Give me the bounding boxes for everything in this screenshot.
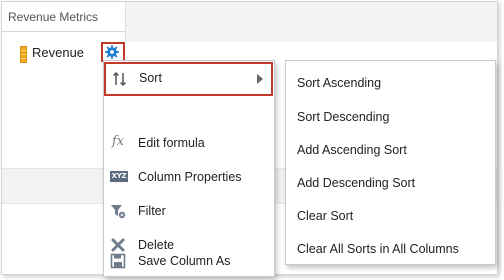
menu-item-column-properties[interactable]: XYZ Column Properties [104,161,274,193]
submenu-item-label: Sort Ascending [297,76,382,90]
menu-item-label: Filter [138,204,166,218]
column-icon [20,46,27,63]
fx-icon: fx [112,134,125,149]
submenu-item-label: Clear All Sorts in All Columns [297,242,459,256]
submenu-item-clear-all-sorts[interactable]: Clear All Sorts in All Columns [286,233,495,265]
filter-icon [111,205,126,219]
sort-submenu: Sort Ascending Sort Descending Add Ascen… [285,60,496,265]
submenu-item-add-ascending-sort[interactable]: Add Ascending Sort [286,134,495,166]
gear-highlight [101,42,125,62]
menu-item-label: Save Column As [138,254,231,268]
menu-item-label: Sort [139,71,162,85]
menu-item-save-column-as[interactable]: Save Column As [104,245,274,277]
submenu-item-label: Clear Sort [297,209,354,223]
submenu-item-label: Add Ascending Sort [297,143,407,157]
submenu-item-label: Add Descending Sort [297,176,416,190]
submenu-item-clear-sort[interactable]: Clear Sort [286,200,495,232]
submenu-item-sort-ascending[interactable]: Sort Ascending [286,67,495,99]
submenu-arrow-icon [257,74,263,84]
save-icon [110,253,126,269]
menu-item-filter[interactable]: Filter [104,195,274,227]
divider [2,31,126,32]
xyz-icon: XYZ [110,171,128,182]
menu-item-label: Column Properties [138,170,242,184]
menu-item-label: Edit formula [138,136,205,150]
menu-item-edit-formula[interactable]: fx Edit formula [104,127,274,159]
table-header-cell: Revenue Metrics [2,2,126,42]
column-label[interactable]: Revenue [32,45,84,60]
submenu-item-label: Sort Descending [297,110,390,124]
menu-item-sort[interactable]: Sort [104,62,273,96]
table-title: Revenue Metrics [8,10,99,24]
sort-icon [112,71,127,87]
submenu-item-add-descending-sort[interactable]: Add Descending Sort [286,167,495,199]
submenu-item-sort-descending[interactable]: Sort Descending [286,101,495,133]
